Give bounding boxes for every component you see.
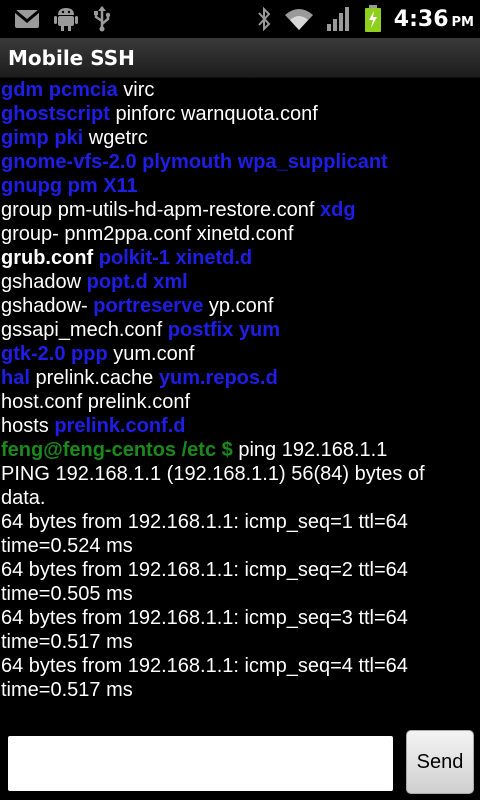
terminal-text: gshadow- xyxy=(1,295,94,317)
terminal-line: gnome-vfs-2.0 plymouth wpa_supplicant xyxy=(1,150,480,174)
battery-charging-icon xyxy=(364,5,382,33)
terminal-line: 64 bytes from 192.168.1.1: icmp_seq=4 tt… xyxy=(1,654,480,678)
terminal-directory-text: gnupg pm X11 xyxy=(1,175,138,197)
terminal-line: 64 bytes from 192.168.1.1: icmp_seq=2 tt… xyxy=(1,558,480,582)
terminal-line: gdm pcmcia virc xyxy=(1,78,480,102)
terminal-text: wgetrc xyxy=(83,127,148,149)
terminal-text: hosts xyxy=(1,415,55,437)
terminal-line: feng@feng-centos /etc $ ping 192.168.1.1 xyxy=(1,438,480,462)
terminal-directory-text: gnome-vfs-2.0 plymouth wpa_supplicant xyxy=(1,151,388,173)
terminal-line: ghostscript pinforc warnquota.conf xyxy=(1,102,480,126)
terminal-line: gshadow popt.d xml xyxy=(1,270,480,294)
terminal-line: hal prelink.cache yum.repos.d xyxy=(1,366,480,390)
terminal-line: hosts prelink.conf.d xyxy=(1,414,480,438)
terminal-line: gimp pki wgetrc xyxy=(1,126,480,150)
terminal-text: time=0.517 ms xyxy=(1,631,133,653)
terminal-line: 64 bytes from 192.168.1.1: icmp_seq=3 tt… xyxy=(1,606,480,630)
terminal-text: pinforc warnquota.conf xyxy=(109,103,318,125)
terminal-line: data. xyxy=(1,486,480,510)
terminal-line: gnupg pm X11 xyxy=(1,174,480,198)
terminal-directory-text: yum.repos.d xyxy=(158,367,278,389)
command-input-bar: Send xyxy=(0,722,480,800)
notification-icons xyxy=(14,6,112,32)
terminal-text: PING 192.168.1.1 (192.168.1.1) 56(84) by… xyxy=(1,463,425,485)
terminal-directory-text: xdg xyxy=(320,199,356,221)
terminal-text: time=0.517 ms xyxy=(1,679,133,701)
terminal-text: 64 bytes from 192.168.1.1: icmp_seq=1 tt… xyxy=(1,511,408,533)
status-bar: 4:36 PM xyxy=(0,0,480,38)
android-debug-icon xyxy=(54,6,78,32)
terminal-text: ping 192.168.1.1 xyxy=(232,439,388,461)
terminal-line: time=0.505 ms xyxy=(1,582,480,606)
terminal-directory-text: gimp pki xyxy=(1,127,84,149)
terminal-directory-text: gtk-2.0 ppp xyxy=(1,343,108,365)
terminal-text: prelink.cache xyxy=(29,367,159,389)
terminal-text: time=0.524 ms xyxy=(1,535,133,557)
terminal-line: time=0.524 ms xyxy=(1,534,480,558)
bluetooth-icon xyxy=(256,6,272,32)
terminal-line: 64 bytes from 192.168.1.1: icmp_seq=1 tt… xyxy=(1,510,480,534)
terminal-text: host.conf prelink.conf xyxy=(1,391,190,413)
terminal-directory-text: polkit-1 xinetd.d xyxy=(98,247,253,269)
terminal-directory-text: popt.d xml xyxy=(86,271,188,293)
terminal-text: 64 bytes from 192.168.1.1: icmp_seq=2 tt… xyxy=(1,559,408,581)
usb-icon xyxy=(92,6,112,32)
terminal-line: time=0.517 ms xyxy=(1,630,480,654)
terminal-line: gshadow- portreserve yp.conf xyxy=(1,294,480,318)
terminal-line: PING 192.168.1.1 (192.168.1.1) 56(84) by… xyxy=(1,462,480,486)
terminal-text: virc xyxy=(117,79,155,101)
mobile-ssh-app: 4:36 PM Mobile SSH gdm pcmcia virc ghostsc… xyxy=(0,0,480,800)
terminal-directory-text: portreserve xyxy=(93,295,204,317)
app-title-bar: Mobile SSH xyxy=(0,38,480,78)
clock: 4:36 PM xyxy=(394,7,474,32)
clock-ampm: PM xyxy=(451,14,474,30)
terminal-directory-text: hal xyxy=(1,367,30,389)
terminal-line: host.conf prelink.conf xyxy=(1,390,480,414)
terminal-text: 64 bytes from 192.168.1.1: icmp_seq=4 tt… xyxy=(1,655,408,677)
terminal-text: yum.conf xyxy=(107,343,195,365)
terminal-line: gtk-2.0 ppp yum.conf xyxy=(1,342,480,366)
terminal-line: group- pnm2ppa.conf xinetd.conf xyxy=(1,222,480,246)
send-button[interactable]: Send xyxy=(406,730,474,794)
terminal-text: gssapi_mech.conf xyxy=(1,319,168,341)
gmail-icon xyxy=(14,9,40,29)
terminal-line: gssapi_mech.conf postfix yum xyxy=(1,318,480,342)
system-icons: 4:36 PM xyxy=(256,4,474,34)
terminal-lines: gdm pcmcia virc ghostscript pinforc warnq… xyxy=(1,78,480,702)
terminal-line: time=0.517 ms xyxy=(1,678,480,702)
command-input[interactable] xyxy=(8,736,393,791)
terminal-output[interactable]: gdm pcmcia virc ghostscript pinforc warnq… xyxy=(0,78,480,718)
terminal-line: group pm-utils-hd-apm-restore.conf xdg xyxy=(1,198,480,222)
terminal-text: time=0.505 ms xyxy=(1,583,133,605)
wifi-icon xyxy=(284,7,314,31)
terminal-text: 64 bytes from 192.168.1.1: icmp_seq=3 tt… xyxy=(1,607,408,629)
terminal-text: gshadow xyxy=(1,271,87,293)
terminal-directory-text: gdm pcmcia xyxy=(1,79,118,101)
terminal-line: grub.conf polkit-1 xinetd.d xyxy=(1,246,480,270)
terminal-text: data. xyxy=(1,487,46,509)
clock-time: 4:36 xyxy=(393,6,449,32)
signal-icon xyxy=(326,6,352,32)
terminal-text: yp.conf xyxy=(203,295,274,317)
terminal-text: group pm-utils-hd-apm-restore.conf xyxy=(1,199,321,221)
terminal-text: group- pnm2ppa.conf xinetd.conf xyxy=(1,223,294,245)
terminal-directory-text: prelink.conf.d xyxy=(54,415,186,437)
terminal-directory-text: ghostscript xyxy=(1,103,110,125)
terminal-directory-text: postfix yum xyxy=(167,319,281,341)
terminal-prompt-text: feng@feng-centos /etc $ xyxy=(1,439,233,461)
app-title: Mobile SSH xyxy=(8,46,135,70)
terminal-text: grub.conf xyxy=(1,247,94,269)
